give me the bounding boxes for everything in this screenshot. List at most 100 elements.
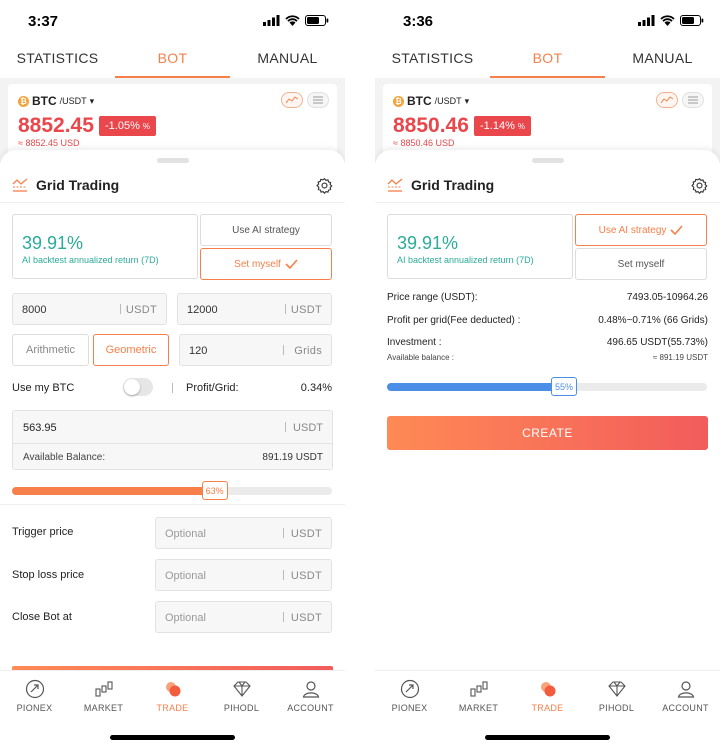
bottom-nav: PIONEX MARKET TRADE PIHODL ACCOUNT: [0, 670, 345, 745]
grid-trading-sheet: Grid Trading 39.91% AI backtest annualiz…: [0, 150, 345, 745]
investment-label: Investment :: [387, 337, 442, 348]
price-range-row: Price range (USDT): 7493.05-10964.26: [387, 292, 708, 303]
home-indicator: [110, 735, 235, 740]
tab-statistics[interactable]: STATISTICS: [375, 40, 490, 78]
battery-icon: [305, 15, 329, 26]
list-icon[interactable]: [307, 92, 329, 108]
price-range-value: 7493.05-10964.26: [626, 292, 708, 303]
pair-base: BTC: [407, 94, 432, 108]
investment-slider[interactable]: 63%: [12, 481, 332, 500]
chart-icon[interactable]: [656, 92, 678, 108]
status-bar: 3:36: [375, 0, 720, 40]
tab-bot[interactable]: BOT: [490, 40, 605, 78]
use-ai-strategy-button[interactable]: Use AI strategy: [200, 214, 332, 246]
ai-return-subtitle: AI backtest annualized return (7D): [397, 255, 534, 265]
profit-grid-label: Profit/Grid:: [186, 382, 239, 394]
wifi-icon: [660, 15, 675, 26]
pionex-icon: [400, 679, 419, 699]
status-bar: 3:37: [0, 0, 345, 40]
wifi-icon: [285, 15, 300, 26]
pair-selector[interactable]: ₿ BTC/USDT ▾: [393, 94, 469, 108]
pair-base: BTC: [32, 94, 57, 108]
trigger-price-input[interactable]: Optional USDT: [155, 517, 332, 549]
signal-icon: [638, 15, 655, 26]
price-change-value: -1.05%: [105, 120, 140, 132]
check-icon: [670, 225, 684, 235]
gear-icon[interactable]: [691, 177, 708, 194]
use-ai-strategy-button[interactable]: Use AI strategy: [575, 214, 707, 246]
set-myself-button[interactable]: Set myself: [200, 248, 332, 280]
pair-quote: /USDT: [59, 96, 87, 106]
check-icon: [285, 259, 298, 269]
tab-manual[interactable]: MANUAL: [605, 40, 720, 78]
lower-price-input[interactable]: 8000 USDT: [12, 293, 167, 325]
btc-coin-icon: ₿: [393, 95, 404, 107]
grid-trading-icon: [12, 178, 28, 192]
nav-market[interactable]: MARKET: [444, 671, 513, 721]
slider-thumb[interactable]: 63%: [201, 481, 228, 500]
profit-per-grid-label: Profit per grid(Fee deducted) :: [387, 315, 521, 326]
pair-quote: /USDT: [434, 96, 462, 106]
gear-icon[interactable]: [316, 177, 333, 194]
stop-loss-input[interactable]: Optional USDT: [155, 559, 332, 591]
price-range-label: Price range (USDT):: [387, 292, 478, 303]
price-change-value: -1.14%: [480, 120, 515, 132]
nav-market[interactable]: MARKET: [69, 671, 138, 721]
status-time: 3:37: [28, 13, 59, 30]
tab-bot[interactable]: BOT: [115, 40, 230, 78]
bottom-nav: PIONEX MARKET TRADE PIHODL ACCOUNT: [375, 670, 720, 745]
ai-return-subtitle: AI backtest annualized return (7D): [22, 255, 159, 265]
nav-trade[interactable]: TRADE: [138, 671, 207, 721]
sheet-handle[interactable]: [156, 158, 189, 163]
nav-pihodl[interactable]: PIHODL: [207, 671, 276, 721]
slider-thumb[interactable]: 55%: [551, 377, 578, 396]
available-balance-value: 891.19 USDT: [262, 452, 323, 463]
signal-icon: [263, 15, 280, 26]
profit-per-grid-value: 0.48%~0.71% (66 Grids): [598, 315, 708, 326]
upper-price-input[interactable]: 12000 USDT: [177, 293, 332, 325]
pihodl-icon: [232, 681, 251, 697]
available-balance-label: Available Balance:: [23, 452, 106, 463]
panel-title: Grid Trading: [36, 177, 120, 193]
create-button[interactable]: CREATE: [387, 416, 708, 450]
use-btc-toggle[interactable]: [123, 378, 153, 396]
close-bot-input[interactable]: Optional USDT: [155, 601, 332, 633]
tab-statistics[interactable]: STATISTICS: [0, 40, 115, 78]
tab-manual[interactable]: MANUAL: [230, 40, 345, 78]
grid-trading-icon: [387, 178, 403, 192]
investment-input[interactable]: 563.95 USDT Available Balance: 891.19 US…: [12, 410, 333, 470]
account-icon: [677, 681, 694, 698]
list-icon[interactable]: [682, 92, 704, 108]
grid-trading-sheet: Grid Trading 39.91% AI backtest annualiz…: [375, 150, 720, 745]
last-price: 8850.46: [393, 114, 469, 137]
price-change-badge: -1.05% %: [99, 116, 157, 136]
left-phone-screen: 3:37 STATISTICS BOT MANUAL ₿ BTC/USDT ▾ …: [0, 0, 345, 745]
nav-pionex[interactable]: PIONEX: [375, 671, 444, 721]
trigger-price-label: Trigger price: [12, 526, 74, 538]
nav-account[interactable]: ACCOUNT: [651, 671, 720, 721]
btc-coin-icon: ₿: [18, 95, 29, 107]
set-myself-button[interactable]: Set myself: [575, 248, 707, 280]
sheet-handle[interactable]: [531, 158, 564, 163]
geometric-mode-button[interactable]: Geometric: [93, 334, 169, 366]
use-btc-label: Use my BTC: [12, 382, 75, 394]
chevron-down-icon: ▾: [464, 95, 470, 106]
nav-trade[interactable]: TRADE: [513, 671, 582, 721]
market-icon: [469, 681, 488, 697]
nav-account[interactable]: ACCOUNT: [276, 671, 345, 721]
investment-slider[interactable]: 55%: [387, 377, 707, 396]
trade-icon: [540, 682, 555, 697]
pair-selector[interactable]: ₿ BTC/USDT ▾: [18, 94, 94, 108]
nav-pihodl[interactable]: PIHODL: [582, 671, 651, 721]
last-price: 8852.45: [18, 114, 94, 137]
ai-return-card: 39.91% AI backtest annualized return (7D…: [387, 214, 573, 279]
status-time: 3:36: [403, 13, 434, 30]
ai-return-value: 39.91%: [397, 233, 459, 253]
arithmetic-mode-button[interactable]: Arithmetic: [12, 334, 89, 366]
profit-per-grid-row: Profit per grid(Fee deducted) : 0.48%~0.…: [387, 315, 708, 326]
nav-pionex[interactable]: PIONEX: [0, 671, 69, 721]
grids-input[interactable]: 120 Grids: [179, 334, 332, 366]
market-icon: [94, 681, 113, 697]
chart-icon[interactable]: [281, 92, 303, 108]
ai-return-card: 39.91% AI backtest annualized return (7D…: [12, 214, 198, 279]
